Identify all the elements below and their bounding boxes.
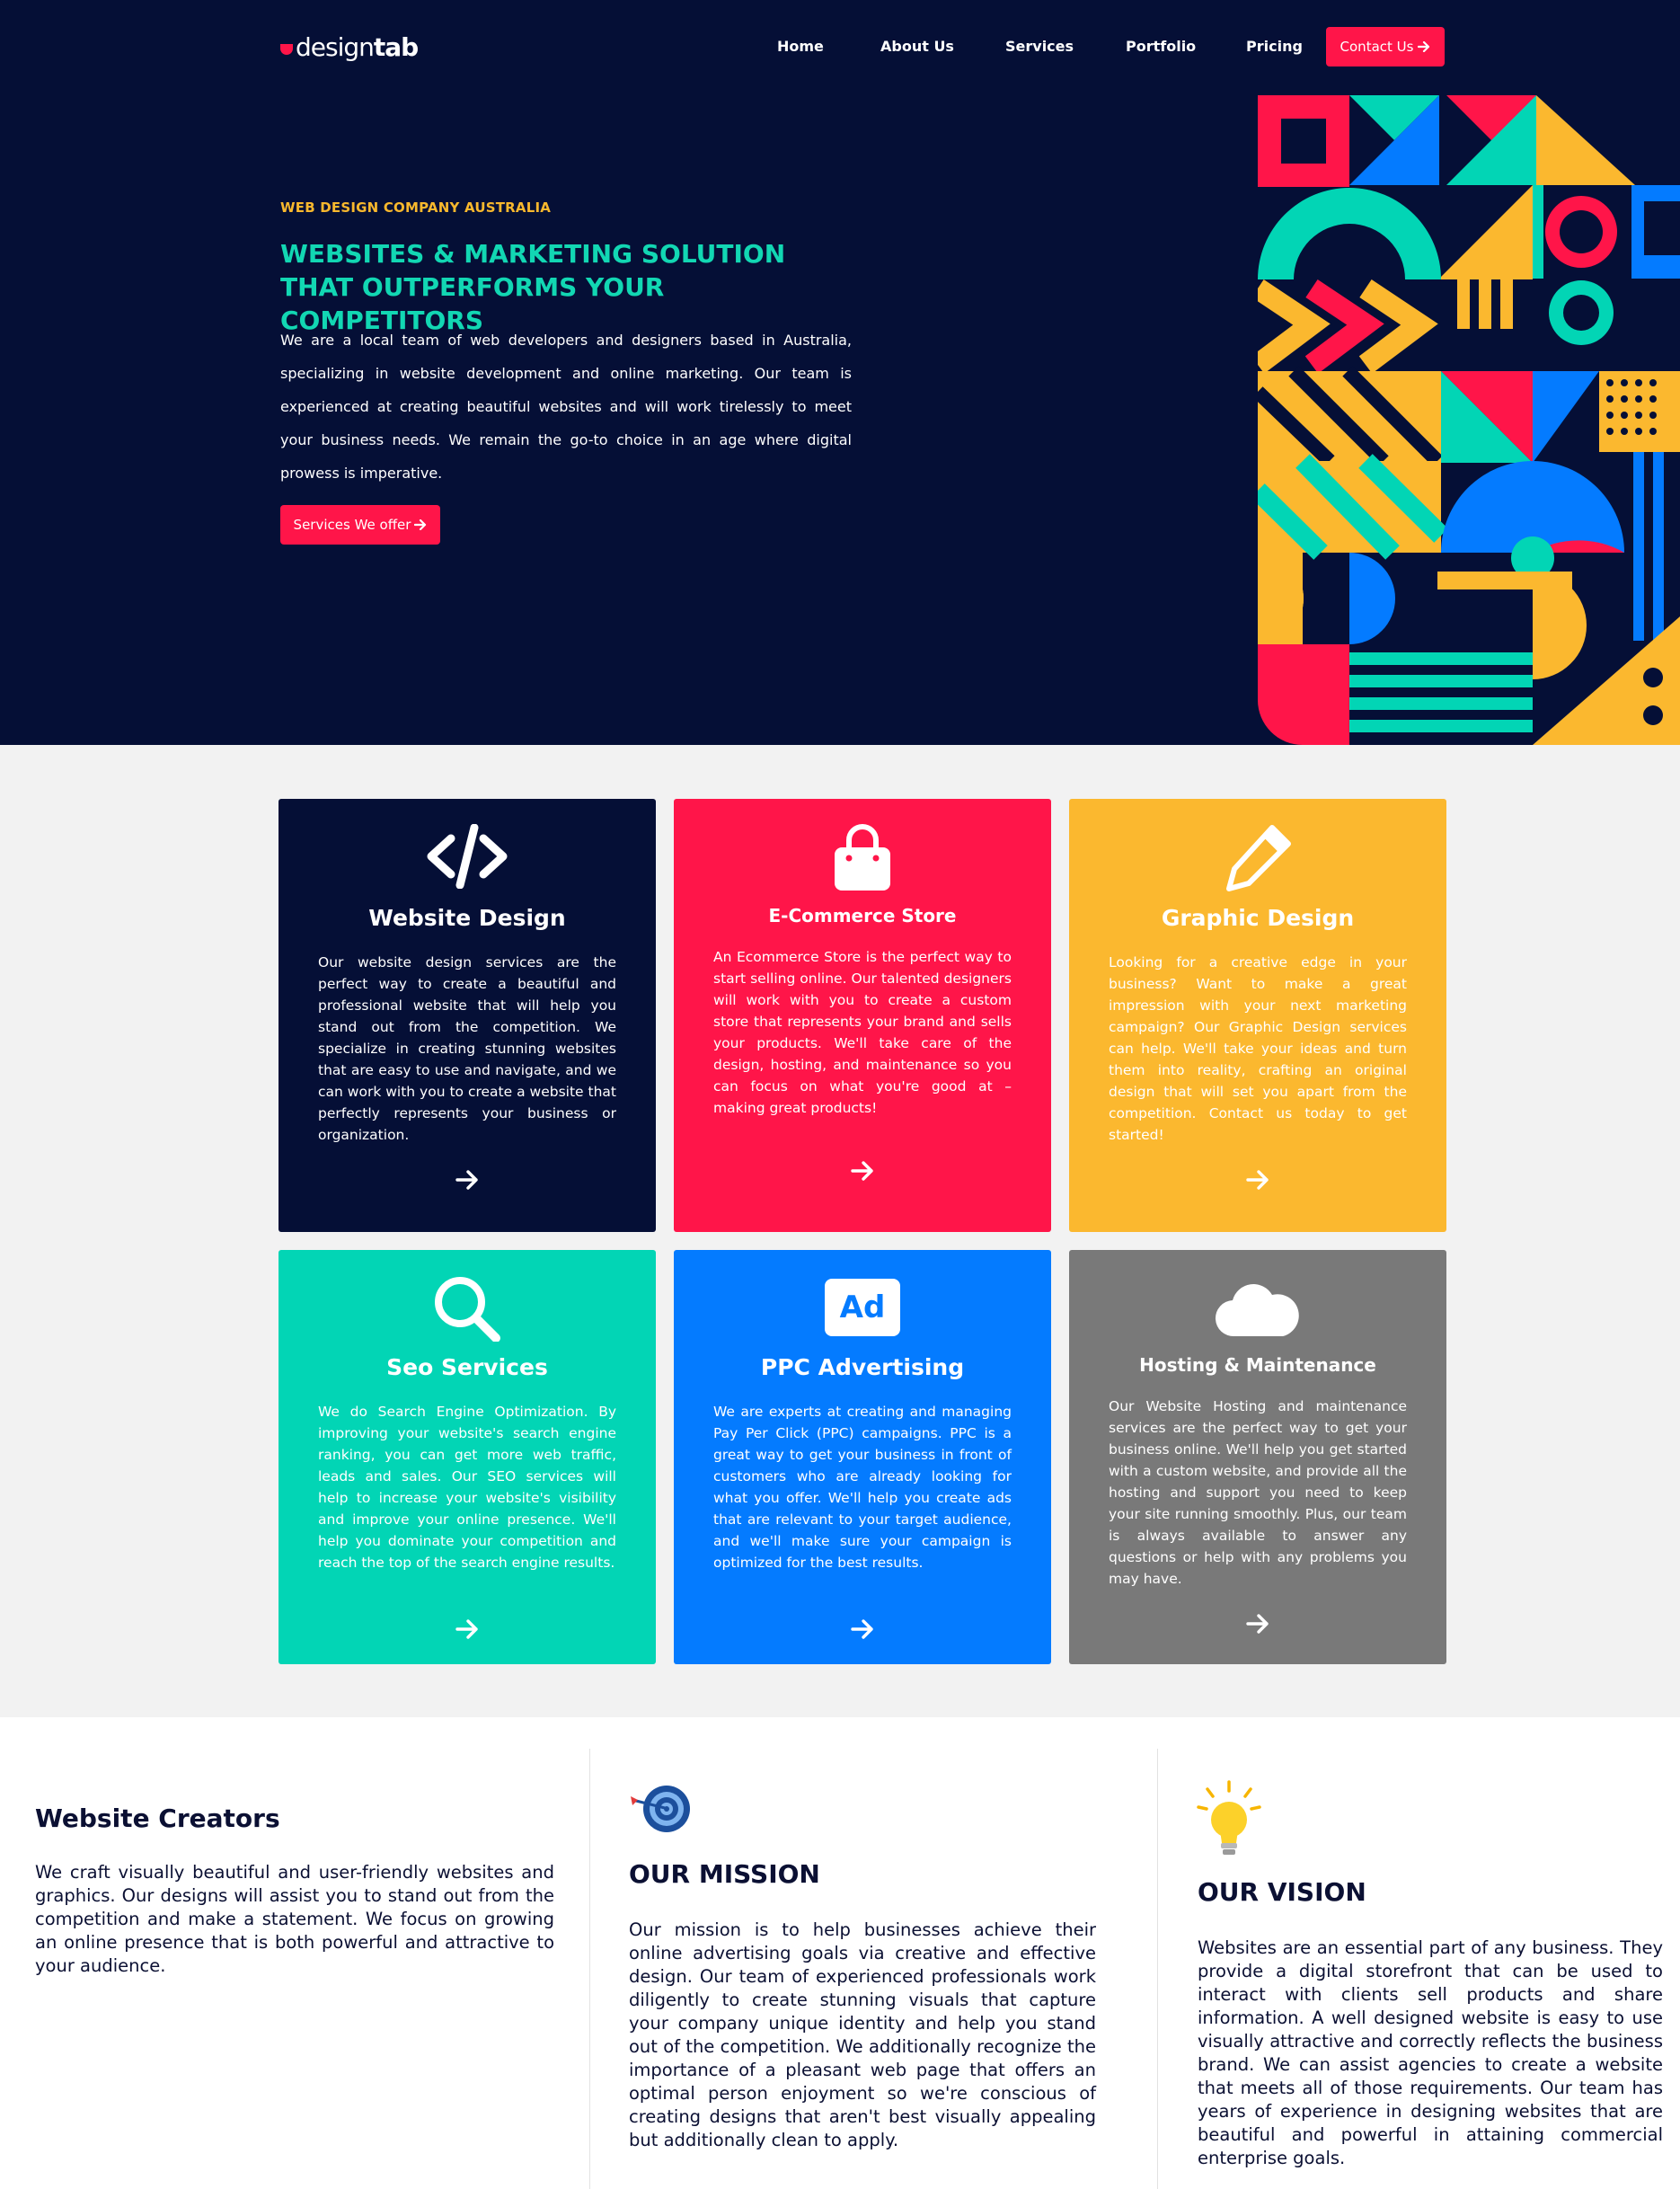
contact-us-button[interactable]: Contact Us (1326, 27, 1445, 66)
website-creators-title: Website Creators (35, 1803, 280, 1833)
ad-icon: Ad (674, 1279, 1051, 1336)
services-we-offer-label: Services We offer (293, 517, 411, 533)
services-section: Website Design Our website design servic… (0, 745, 1680, 1717)
arrow-right-icon[interactable] (674, 1618, 1051, 1640)
service-card-ppc[interactable]: Ad PPC Advertising We are experts at cre… (674, 1250, 1051, 1664)
arrow-right-icon[interactable] (279, 1618, 656, 1640)
hero-description: We are a local team of web developers an… (280, 332, 852, 482)
column-divider (1157, 1749, 1158, 2189)
logo-text-light: design (296, 32, 375, 62)
arrow-right-icon[interactable] (1069, 1169, 1446, 1191)
service-text: An Ecommerce Store is the perfect way to… (713, 949, 1012, 1116)
nav-services[interactable]: Services (1005, 38, 1074, 55)
code-icon (279, 824, 656, 889)
service-title: Website Design (368, 905, 566, 931)
contact-us-label: Contact Us (1340, 39, 1414, 55)
pencil-icon (1069, 822, 1446, 894)
service-title: Graphic Design (1161, 905, 1355, 931)
arrow-right-icon[interactable] (674, 1160, 1051, 1182)
service-title: E-Commerce Store (768, 905, 957, 926)
nav-portfolio[interactable]: Portfolio (1126, 38, 1196, 55)
arrow-right-icon (414, 519, 427, 530)
hero-eyebrow: WEB DESIGN COMPANY AUSTRALIA (280, 199, 552, 216)
service-card-website-design[interactable]: Website Design Our website design servic… (279, 799, 656, 1232)
arrow-right-icon[interactable] (1069, 1613, 1446, 1635)
cloud-icon (1069, 1279, 1446, 1338)
ad-icon-label: Ad (825, 1279, 900, 1336)
service-card-seo[interactable]: Seo Services We do Search Engine Optimiz… (279, 1250, 656, 1664)
service-text: We are experts at creating and managing … (713, 1404, 1012, 1571)
search-icon (279, 1273, 656, 1342)
service-text: Looking for a creative edge in your busi… (1109, 954, 1407, 1143)
geometric-hero-illustration (1258, 95, 1680, 745)
logo-text-bold: tab (373, 32, 419, 62)
mission-text: Our mission is to help businesses achiev… (629, 1919, 1096, 2150)
vision-title: OUR VISION (1198, 1877, 1366, 1907)
services-we-offer-button[interactable]: Services We offer (280, 505, 440, 545)
mission-title: OUR MISSION (629, 1859, 820, 1889)
arrow-right-icon (1418, 41, 1430, 52)
service-title: Seo Services (386, 1354, 548, 1380)
service-card-graphic-design[interactable]: Graphic Design Looking for a creative ed… (1069, 799, 1446, 1232)
brand-logo[interactable]: design tab (280, 32, 419, 62)
column-divider (589, 1749, 590, 2189)
hero-section: design tab Home About Us Services Portfol… (0, 0, 1680, 745)
service-text: Our Website Hosting and maintenance serv… (1109, 1398, 1407, 1587)
service-title: Hosting & Maintenance (1139, 1354, 1376, 1376)
lightbulb-icon (1195, 1780, 1263, 1866)
service-text: We do Search Engine Optimization. By imp… (318, 1404, 616, 1571)
hero-title: WEBSITES & MARKETING SOLUTION THAT OUTPE… (280, 239, 786, 335)
nav-home[interactable]: Home (777, 38, 824, 55)
service-title: PPC Advertising (760, 1354, 965, 1380)
about-section: Website Creators We craft visually beaut… (0, 1717, 1680, 2189)
nav-about-us[interactable]: About Us (880, 38, 954, 55)
website-creators-text: We craft visually beautiful and user-fri… (35, 1862, 554, 1976)
arrow-right-icon[interactable] (279, 1169, 656, 1191)
logo-mark-icon (280, 43, 293, 55)
service-text: Our website design services are the perf… (318, 954, 616, 1143)
service-card-ecommerce[interactable]: E-Commerce Store An Ecommerce Store is t… (674, 799, 1051, 1232)
nav-pricing[interactable]: Pricing (1246, 38, 1303, 55)
vision-text: Websites are an essential part of any bu… (1198, 1937, 1663, 2168)
service-card-hosting[interactable]: Hosting & Maintenance Our Website Hostin… (1069, 1250, 1446, 1664)
shopping-bag-icon (674, 824, 1051, 892)
target-icon (629, 1780, 694, 1841)
